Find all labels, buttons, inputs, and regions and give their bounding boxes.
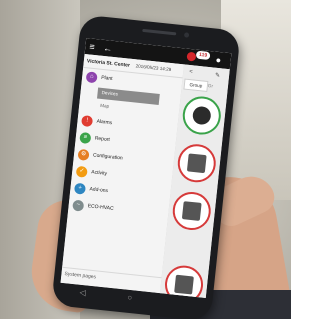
back-arrow-icon[interactable]: ←	[103, 42, 113, 55]
device-image	[191, 105, 212, 126]
report-icon: ≡	[79, 131, 92, 145]
tab-group-2[interactable]: Gr	[207, 81, 228, 92]
eco-hvac-icon: ~	[72, 199, 85, 212]
device-tile[interactable]	[180, 94, 223, 137]
smartphone: ≡ ← 119 ● Victoria St. Center 2016/05/23…	[51, 14, 241, 319]
device-tile[interactable]	[163, 263, 205, 298]
tab-group[interactable]: Group	[183, 78, 209, 92]
device-tile[interactable]	[170, 190, 213, 232]
user-icon[interactable]: ●	[215, 54, 222, 67]
activity-icon: ✓	[75, 165, 88, 178]
add-ons-icon: +	[73, 182, 87, 195]
home-nav-icon[interactable]: ○	[127, 293, 133, 302]
phone-camera	[183, 32, 190, 38]
system-pages-link[interactable]: System pages	[64, 271, 96, 280]
alarm-count-badge: 119	[195, 50, 211, 61]
nav-item-label: Activity	[90, 169, 108, 177]
sub-item-label: Devices	[101, 89, 119, 97]
app-screen: ≡ ← 119 ● Victoria St. Center 2016/05/23…	[60, 38, 232, 298]
alarm-icon: !	[81, 115, 94, 128]
configuration-icon: ⚙	[77, 148, 90, 161]
nav-item-label: ECO-HVAC	[87, 203, 114, 212]
nav-item-label: Plant	[100, 74, 113, 82]
edit-icon[interactable]: ✎	[215, 72, 221, 79]
timestamp: 2016/05/23 14:29	[135, 63, 172, 73]
device-image	[186, 153, 207, 174]
share-icon[interactable]: <	[189, 69, 193, 75]
alarm-bell-icon[interactable]	[186, 51, 197, 62]
device-image	[181, 201, 202, 221]
nav-item-label: Configuration	[92, 152, 123, 162]
nav-item-label: Report	[94, 135, 111, 144]
photo-background: ≡ ← 119 ● Victoria St. Center 2016/05/23…	[0, 0, 291, 319]
device-image	[174, 274, 194, 295]
nav-item-label: Alarms	[96, 118, 113, 127]
back-nav-icon[interactable]: ◁	[79, 288, 86, 298]
plant-icon: ⌂	[85, 71, 98, 84]
sub-item-label: Map	[100, 102, 110, 109]
device-tile[interactable]	[175, 142, 218, 185]
phone-speaker	[142, 28, 177, 36]
hamburger-menu-icon[interactable]: ≡	[89, 40, 95, 52]
nav-item-label: Add-ons	[89, 186, 109, 195]
